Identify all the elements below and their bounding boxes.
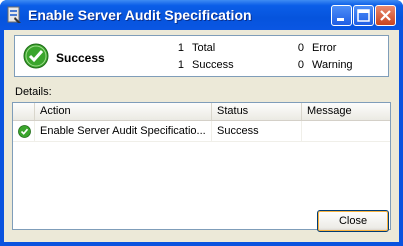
total-label: Total bbox=[192, 42, 216, 54]
close-window-button[interactable] bbox=[375, 5, 396, 26]
minimize-icon bbox=[337, 18, 344, 21]
header-message[interactable]: Message bbox=[302, 103, 390, 120]
summary-panel: Success 1 Total 1 Success 0 Error 0 Warn… bbox=[14, 35, 389, 77]
error-count: 0 bbox=[297, 42, 304, 54]
warning-count: 0 bbox=[297, 59, 304, 71]
window-bottom-border bbox=[0, 242, 403, 246]
row-icon-cell bbox=[13, 121, 35, 141]
row-message bbox=[302, 121, 390, 141]
success-label: Success bbox=[192, 59, 234, 71]
header-icon-column[interactable] bbox=[13, 103, 35, 120]
dialog-body: Success 1 Total 1 Success 0 Error 0 Warn… bbox=[4, 30, 399, 242]
maximize-icon bbox=[357, 9, 370, 22]
maximize-button[interactable] bbox=[353, 5, 374, 26]
grid-header: Action Status Message bbox=[13, 103, 390, 121]
details-label: Details: bbox=[15, 86, 52, 98]
success-check-icon bbox=[23, 43, 49, 69]
summary-status: Success bbox=[56, 51, 105, 65]
title-bar[interactable]: Enable Server Audit Specification bbox=[0, 0, 403, 30]
success-count: 1 bbox=[177, 59, 184, 71]
success-check-icon bbox=[18, 125, 31, 138]
dialog-window: Enable Server Audit Specification Succes… bbox=[0, 0, 403, 246]
table-row[interactable]: Enable Server Audit Specificatio... Succ… bbox=[13, 121, 390, 142]
row-status: Success bbox=[212, 121, 302, 141]
minimize-button[interactable] bbox=[331, 5, 352, 26]
sql-server-icon bbox=[7, 6, 21, 23]
header-status[interactable]: Status bbox=[212, 103, 302, 120]
close-button[interactable]: Close bbox=[317, 210, 389, 232]
error-label: Error bbox=[312, 42, 337, 54]
window-title: Enable Server Audit Specification bbox=[28, 7, 252, 23]
close-icon bbox=[380, 10, 391, 21]
warning-label: Warning bbox=[312, 59, 353, 71]
row-action: Enable Server Audit Specificatio... bbox=[35, 121, 212, 141]
total-count: 1 bbox=[177, 42, 184, 54]
header-action[interactable]: Action bbox=[35, 103, 212, 120]
